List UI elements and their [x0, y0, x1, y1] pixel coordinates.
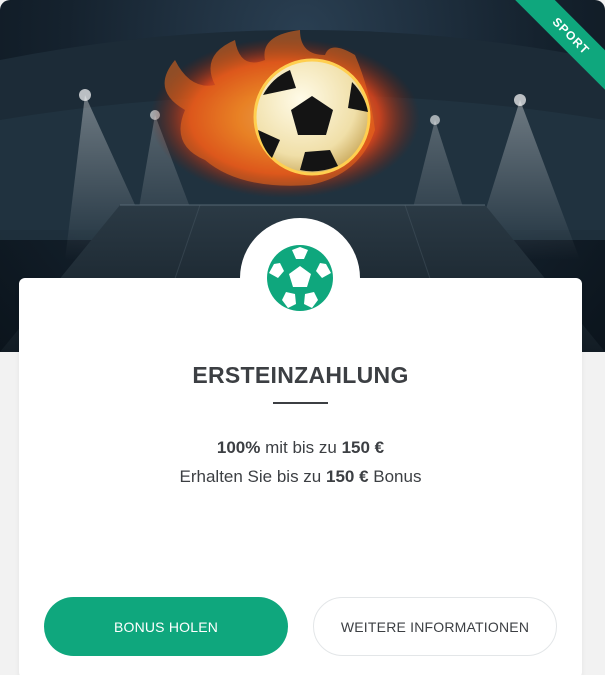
- ribbon-label: SPORT: [513, 0, 605, 92]
- soccer-ball-icon: [267, 245, 333, 311]
- offer-title: ERSTEINZAHLUNG: [192, 362, 409, 388]
- title-divider: [273, 402, 328, 404]
- offer-bonus-prefix: Erhalten Sie bis zu: [179, 467, 326, 486]
- more-info-button[interactable]: WEITERE INFORMATIONEN: [313, 597, 557, 656]
- offer-bonus-amount: 150 €: [325, 467, 369, 486]
- offer-bonus-suffix: Bonus: [368, 467, 422, 486]
- offer-percent-line: 100% mit bis zu 150 €: [19, 438, 582, 458]
- category-ribbon: SPORT: [513, 0, 605, 92]
- offer-percent-text: mit bis zu: [260, 438, 342, 457]
- offer-percent: 100%: [216, 438, 261, 457]
- offer-max-amount: 150 €: [341, 438, 385, 457]
- badge-circle: [240, 218, 360, 338]
- offer-bonus-line: Erhalten Sie bis zu 150 € Bonus: [19, 467, 582, 487]
- claim-bonus-button[interactable]: BONUS HOLEN: [44, 597, 288, 656]
